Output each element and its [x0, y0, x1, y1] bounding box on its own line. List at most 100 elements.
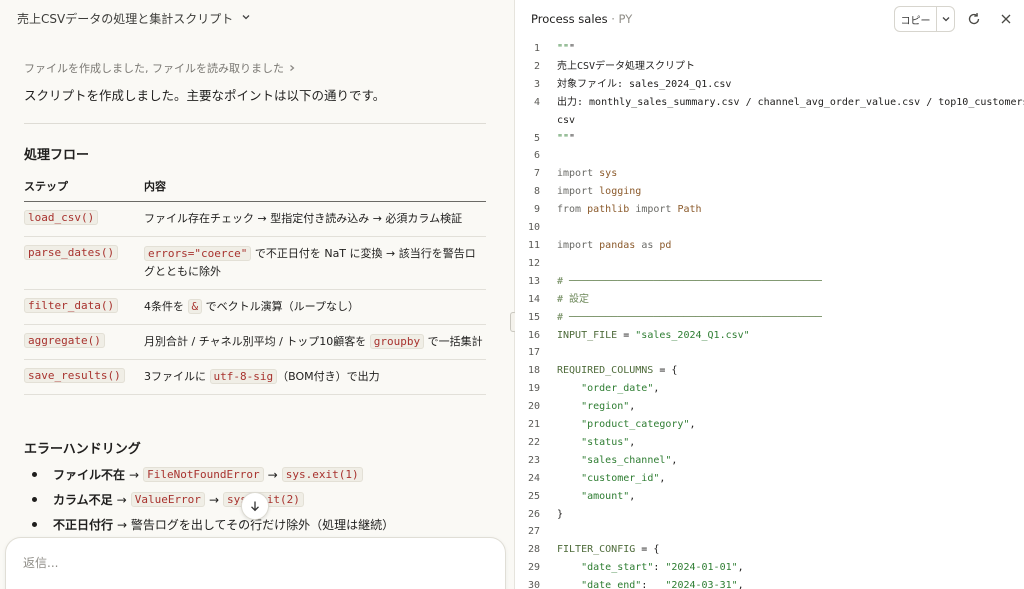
- divider: [24, 123, 486, 124]
- code-text: 出力: monthly_sales_summary.csv / channel_…: [557, 96, 1024, 108]
- inline-code: sys.exit(1): [281, 467, 363, 482]
- line-number: [515, 112, 540, 130]
- table-row: aggregate() 月別合計 / チャネル別平均 / トップ10顧客を gr…: [24, 324, 486, 360]
- code-text: "amount",: [581, 490, 636, 502]
- code-line: 28 FILTER_CONFIG = {: [515, 541, 1024, 559]
- code-text: import sys: [557, 168, 618, 180]
- line-number: 19: [527, 383, 540, 395]
- code-line: 19 "order_date",: [515, 380, 1024, 398]
- flow-heading: 処理フロー: [24, 148, 90, 163]
- code-line: 13 # ────────────────────────────────────…: [515, 273, 1024, 291]
- code-line: 16 INPUT_FILE = "sales_2024_Q1.csv": [515, 327, 1024, 345]
- line-number: 1: [533, 43, 540, 54]
- code-line: 9 from pathlib import Path: [515, 201, 1024, 219]
- copy-button[interactable]: コピー: [895, 7, 937, 31]
- step-code: aggregate(): [24, 332, 105, 348]
- line-number: 27: [527, 526, 540, 538]
- line-number: 18: [527, 365, 540, 377]
- close-button[interactable]: [996, 9, 1016, 29]
- code-text: FILTER_CONFIG = {: [557, 544, 660, 556]
- code-text: """: [557, 43, 576, 54]
- code-text: "date_end": "2024-03-31",: [581, 580, 744, 589]
- code-line: 26}: [515, 506, 1024, 524]
- scroll-to-bottom-button[interactable]: [241, 492, 269, 520]
- step-description: errors="coerce" で不正日付を NaT に変換 → 該当行を警告ロ…: [144, 236, 486, 290]
- line-number: 20: [527, 401, 540, 413]
- code-text: "date_start": "2024-01-01",: [581, 562, 744, 574]
- line-number: 13: [527, 275, 540, 287]
- code-line: 21 "product_category",: [515, 416, 1024, 434]
- code-text: # ──────────────────────────────────────…: [557, 275, 822, 287]
- code-line: 24 "customer_id",: [515, 470, 1024, 488]
- line-number: 9: [533, 204, 540, 216]
- table-header-content: 内容: [144, 172, 486, 202]
- line-number: 23: [527, 454, 540, 466]
- code-text: "sales_channel",: [581, 454, 678, 466]
- tool-activity-summary[interactable]: ファイルを作成しました, ファイルを読み取りました: [24, 60, 296, 76]
- code-line: 17: [515, 344, 1024, 362]
- code-text: "product_category",: [581, 419, 696, 431]
- step-description: 4条件を & でベクトル演算（ループなし）: [144, 289, 486, 325]
- line-number: 21: [527, 419, 540, 431]
- chevron-right-icon: [288, 62, 296, 75]
- code-text: 対象ファイル: sales_2024_Q1.csv: [557, 78, 732, 90]
- table-row: save_results() 3ファイルに utf-8-sig （BOM付き）で出…: [24, 359, 486, 395]
- code-line: 7 import sys: [515, 165, 1024, 183]
- line-number: 6: [533, 150, 540, 162]
- inline-code: errors="coerce": [144, 245, 252, 261]
- line-number: 26: [527, 508, 540, 520]
- tool-activity-text: ファイルを作成しました, ファイルを読み取りました: [24, 62, 284, 75]
- line-number: 10: [527, 222, 540, 234]
- code-line: 15 # ────────────────────────────────────…: [515, 309, 1024, 327]
- code-text: "customer_id",: [581, 472, 666, 484]
- refresh-icon: [968, 12, 980, 25]
- refresh-button[interactable]: [964, 9, 984, 29]
- code-text: }: [557, 508, 564, 520]
- line-number: 22: [527, 436, 540, 448]
- step-description: 3ファイルに utf-8-sig （BOM付き）で出力: [144, 359, 486, 395]
- flow-table: ステップ 内容 load_csv() ファイル存在チェック → 型指定付き読み込…: [24, 172, 486, 395]
- code-line: 23 "sales_channel",: [515, 452, 1024, 470]
- line-number: 12: [527, 257, 540, 269]
- reply-input[interactable]: 返信...: [5, 537, 506, 589]
- chevron-down-icon: [942, 17, 949, 22]
- code-text: from pathlib import Path: [557, 204, 702, 216]
- code-line: 6: [515, 147, 1024, 165]
- code-line: 27: [515, 523, 1024, 541]
- code-text: "order_date",: [581, 383, 660, 395]
- code-text: """: [557, 132, 576, 144]
- code-line: 8 import logging: [515, 183, 1024, 201]
- code-text: "region",: [581, 401, 636, 413]
- code-text: "status",: [581, 436, 636, 448]
- code-line: 18 REQUIRED_COLUMNS = {: [515, 362, 1024, 380]
- inline-code: ValueError: [130, 492, 205, 507]
- copy-options-dropdown[interactable]: [937, 7, 954, 31]
- code-line: 20 "region",: [515, 398, 1024, 416]
- assistant-intro-text: スクリプトを作成しました。主要なポイントは以下の通りです。: [24, 88, 386, 103]
- arrow-down-icon: [251, 501, 259, 512]
- code-line: 2 売上CSVデータ処理スクリプト: [515, 58, 1024, 76]
- list-item: カラム不足→ ValueError → sys.exit(2): [32, 487, 394, 512]
- code-line: 14 # 設定: [515, 291, 1024, 309]
- inline-code: groupby: [369, 333, 425, 349]
- step-code: parse_dates(): [24, 244, 119, 260]
- code-text: # ──────────────────────────────────────…: [557, 311, 822, 323]
- line-number: 28: [527, 544, 540, 556]
- code-text: REQUIRED_COLUMNS = {: [557, 365, 678, 377]
- code-line: 5 """: [515, 130, 1024, 148]
- step-description: 月別合計 / チャネル別平均 / トップ10顧客を groupby で一括集計: [144, 324, 486, 360]
- conversation-title[interactable]: 売上CSVデータの処理と集計スクリプト: [17, 9, 251, 27]
- line-number: 5: [533, 132, 540, 144]
- inline-code: FileNotFoundError: [143, 467, 264, 482]
- artifact-pane: Process sales · PY コピー 1 """ 2 売上CSVデータ処理スク…: [515, 0, 1024, 589]
- chevron-down-icon[interactable]: [241, 12, 251, 25]
- code-line: 30 "date_end": "2024-03-31",: [515, 577, 1024, 589]
- code-text: csv: [557, 114, 576, 126]
- code-line: 3 対象ファイル: sales_2024_Q1.csv: [515, 76, 1024, 94]
- error-heading: エラーハンドリング: [24, 442, 141, 457]
- code-viewer[interactable]: 1 """ 2 売上CSVデータ処理スクリプト 3 対象ファイル: sales_2024_…: [515, 40, 1024, 589]
